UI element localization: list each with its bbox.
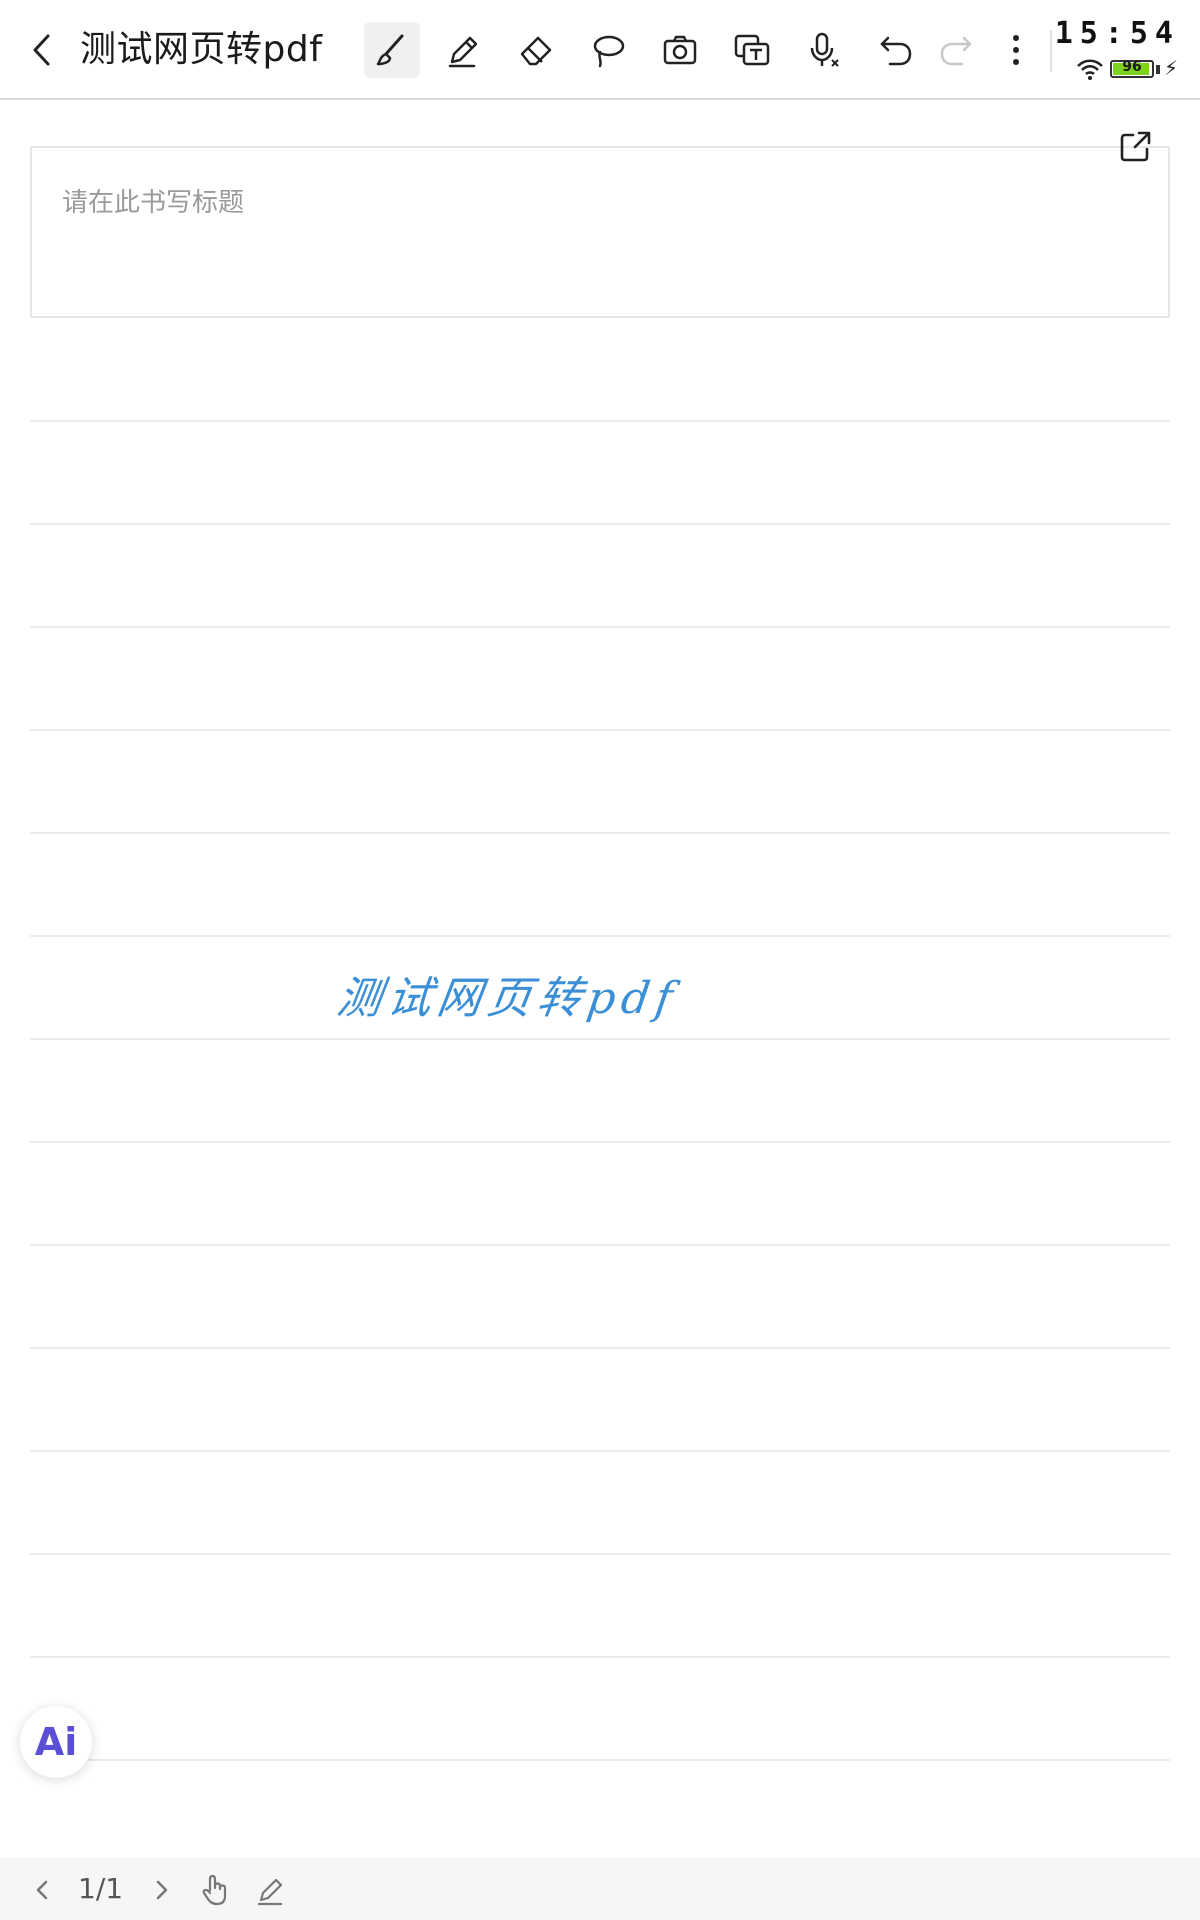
ai-label: Ai — [34, 1720, 78, 1764]
prev-page-button[interactable] — [22, 1870, 62, 1910]
camera-icon — [663, 35, 697, 65]
voice-to-text-button[interactable] — [796, 22, 852, 78]
battery-icon: 96 — [1110, 59, 1154, 78]
pen-mode-button[interactable] — [250, 1870, 290, 1910]
note-canvas[interactable]: 请在此书写标题 测试网页转pdf Ai — [0, 102, 1200, 1860]
ruled-line — [30, 935, 1170, 937]
ruled-line — [30, 1141, 1170, 1143]
ruled-line — [30, 1656, 1170, 1658]
chevron-left-icon — [33, 34, 50, 66]
camera-button[interactable] — [652, 22, 708, 78]
share-icon — [1120, 131, 1151, 162]
hand-icon — [202, 1874, 227, 1906]
battery-tip — [1156, 65, 1160, 74]
lasso-icon — [593, 35, 625, 68]
ruled-line — [30, 1450, 1170, 1452]
clock: 15:54 — [1054, 16, 1180, 51]
eraser-icon — [520, 36, 552, 66]
status-area: 15:54 96 ⚡ — [1055, 14, 1190, 84]
more-icon — [1013, 35, 1019, 65]
redo-button[interactable] — [928, 22, 984, 78]
more-options-button[interactable] — [988, 22, 1044, 78]
undo-button[interactable] — [868, 22, 924, 78]
ruled-line — [30, 1347, 1170, 1349]
ruled-line — [30, 729, 1170, 731]
bottom-bar: 1/1 — [0, 1858, 1200, 1920]
text-recognize-icon — [734, 34, 770, 66]
next-page-button[interactable] — [142, 1870, 182, 1910]
ruled-line — [30, 420, 1170, 422]
pencil-tool-button[interactable] — [436, 22, 492, 78]
ruled-line — [30, 1038, 1170, 1040]
back-button[interactable] — [22, 28, 62, 72]
pen-icon — [257, 1878, 283, 1906]
handwritten-text[interactable]: 测试网页转pdf — [334, 962, 684, 1026]
text-recognize-button[interactable] — [724, 22, 780, 78]
page-indicator: 1/1 — [78, 1872, 124, 1905]
chevron-left-icon — [36, 1880, 48, 1900]
ruled-line — [30, 626, 1170, 628]
ruled-line — [30, 1244, 1170, 1246]
top-toolbar: 测试网页转pdf 15:54 96 ⚡ — [0, 0, 1200, 100]
battery-percent: 96 — [1122, 59, 1142, 75]
wifi-icon — [1077, 59, 1103, 80]
ruled-line — [30, 523, 1170, 525]
undo-icon — [880, 36, 912, 66]
brush-tool-button[interactable] — [364, 22, 420, 78]
eraser-tool-button[interactable] — [508, 22, 564, 78]
document-title[interactable]: 测试网页转pdf — [80, 26, 322, 74]
title-input[interactable]: 请在此书写标题 — [30, 131, 1170, 318]
brush-icon — [376, 34, 404, 66]
redo-icon — [940, 36, 972, 66]
pencil-icon — [448, 36, 478, 68]
share-button[interactable] — [1114, 124, 1158, 168]
title-placeholder: 请在此书写标题 — [62, 188, 245, 218]
microphone-icon — [810, 32, 839, 67]
toolbar-divider — [1050, 30, 1052, 72]
ruled-line — [30, 832, 1170, 834]
ruled-line — [30, 1553, 1170, 1555]
charging-icon: ⚡ — [1164, 56, 1179, 80]
chevron-right-icon — [156, 1880, 168, 1900]
ai-assistant-button[interactable]: Ai — [20, 1706, 92, 1778]
ruled-line — [30, 1759, 1170, 1761]
lasso-tool-button[interactable] — [580, 22, 636, 78]
hand-mode-button[interactable] — [196, 1870, 236, 1910]
